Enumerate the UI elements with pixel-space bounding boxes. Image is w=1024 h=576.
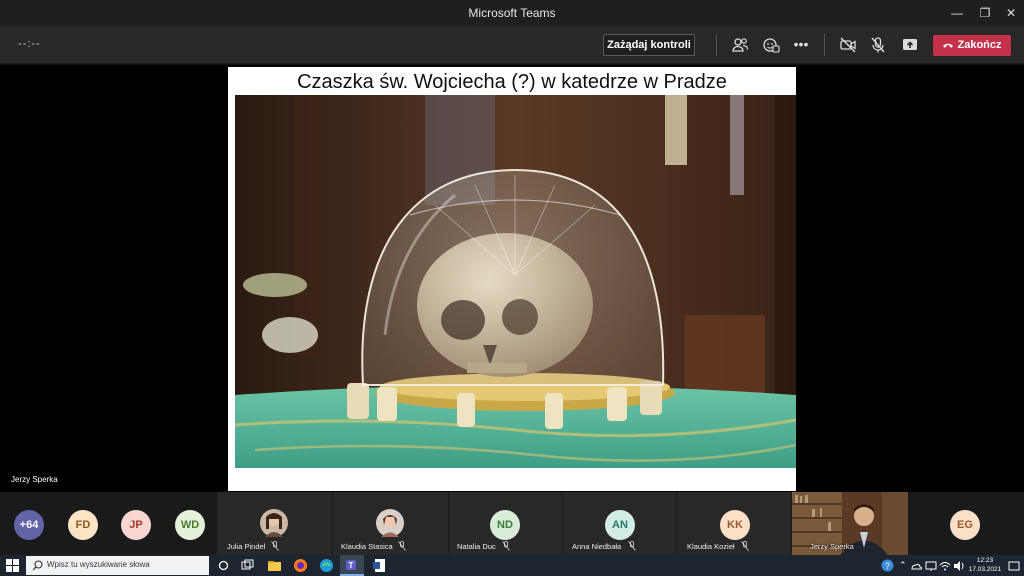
request-control-button[interactable]: Zażądaj kontroli xyxy=(603,34,695,56)
participant-tile[interactable]: KK Klaudia Kozieł xyxy=(677,492,791,555)
phone-hangup-icon xyxy=(943,43,954,48)
window-title: Microsoft Teams xyxy=(468,6,556,20)
close-icon[interactable]: ✕ xyxy=(1001,4,1021,22)
muted-microphone-icon xyxy=(628,541,636,551)
file-explorer-icon[interactable] xyxy=(267,558,282,573)
participant-tile[interactable]: Klaudia Stasica xyxy=(333,492,448,555)
more-participants-avatar[interactable]: +64 xyxy=(14,510,44,540)
avatar: ND xyxy=(490,510,520,540)
microphone-off-icon[interactable] xyxy=(869,36,887,54)
search-icon xyxy=(32,560,43,571)
minimize-icon[interactable]: — xyxy=(947,4,967,22)
firefox-icon[interactable] xyxy=(293,558,308,573)
slide-photo xyxy=(235,95,796,468)
edge-icon[interactable] xyxy=(319,558,334,573)
windows-start-icon[interactable] xyxy=(6,559,19,572)
network-icon[interactable] xyxy=(925,560,937,572)
svg-text:?: ? xyxy=(885,561,890,571)
shared-content-stage: Czaszka św. Wojciecha (?) w katedrze w P… xyxy=(0,65,1024,492)
participant-name: Julia Pindel xyxy=(227,542,266,551)
avatar[interactable]: FD xyxy=(68,510,98,540)
svg-text:T: T xyxy=(349,561,354,570)
participant-video-tile[interactable]: Jerzy Sperka xyxy=(792,492,908,555)
presentation-slide: Czaszka św. Wojciecha (?) w katedrze w P… xyxy=(228,67,796,491)
search-placeholder: Wpisz tu wyszukiwane słowa xyxy=(47,560,150,569)
taskbar-search-input[interactable]: Wpisz tu wyszukiwane słowa xyxy=(26,556,209,575)
volume-icon[interactable] xyxy=(953,560,965,572)
avatar[interactable]: JP xyxy=(121,510,151,540)
participant-name: Jerzy Sperka xyxy=(810,542,854,551)
participant-tile[interactable]: ND Natalia Duc xyxy=(449,492,562,555)
slide-title: Czaszka św. Wojciecha (?) w katedrze w P… xyxy=(297,71,727,93)
teams-taskbar-button[interactable]: T xyxy=(340,555,364,576)
participant-name: Klaudia Kozieł xyxy=(687,542,735,551)
muted-microphone-icon xyxy=(271,541,279,551)
presenter-name-label: Jerzy Sperka xyxy=(11,475,58,484)
end-call-button[interactable]: Zakończ xyxy=(933,35,1011,56)
toolbar-divider xyxy=(824,34,825,56)
participant-tile[interactable]: AN Anna Niedbała xyxy=(563,492,676,555)
title-bar: Microsoft Teams — ❐ ✕ xyxy=(0,0,1024,26)
end-call-label: Zakończ xyxy=(957,39,1002,51)
meeting-toolbar: --:-- Zażądaj kontroli ••• Zakończ xyxy=(0,26,1024,64)
muted-microphone-icon xyxy=(741,541,749,551)
windows-taskbar: Wpisz tu wyszukiwane słowa T ? ⌃ 12:23 1… xyxy=(0,555,1024,576)
participant-name: Natalia Duc xyxy=(457,542,496,551)
restore-icon[interactable]: ❐ xyxy=(975,4,995,22)
toolbar-divider xyxy=(716,34,717,56)
muted-microphone-icon xyxy=(502,541,510,551)
onedrive-icon[interactable] xyxy=(910,560,922,572)
wifi-icon[interactable] xyxy=(939,560,951,572)
participant-tile[interactable]: Julia Pindel xyxy=(217,492,332,555)
word-icon[interactable] xyxy=(372,558,387,573)
avatar xyxy=(376,509,404,537)
cortana-icon[interactable] xyxy=(216,558,231,573)
avatar[interactable]: EG xyxy=(950,510,980,540)
camera-off-icon[interactable] xyxy=(839,36,857,54)
avatar xyxy=(260,509,288,537)
teams-icon: T xyxy=(346,560,356,570)
help-icon[interactable]: ? xyxy=(881,559,894,572)
participants-icon[interactable] xyxy=(731,36,749,54)
clock-date[interactable]: 17.03.2021 xyxy=(965,566,1005,573)
participant-name: Klaudia Stasica xyxy=(341,542,393,551)
meeting-timer: --:-- xyxy=(18,38,41,50)
reactions-icon[interactable] xyxy=(762,36,780,54)
muted-microphone-icon xyxy=(398,541,406,551)
reliquary-skull-image xyxy=(235,95,796,468)
participants-gallery: +64 FD JP WD Julia Pindel Klaudia Stasic… xyxy=(0,492,1024,555)
more-options-icon[interactable]: ••• xyxy=(792,36,810,54)
notifications-icon[interactable] xyxy=(1008,560,1020,572)
avatar: KK xyxy=(720,510,750,540)
avatar[interactable]: WD xyxy=(175,510,205,540)
avatar: AN xyxy=(605,510,635,540)
tray-expand-icon[interactable]: ⌃ xyxy=(899,560,907,571)
participant-name: Anna Niedbała xyxy=(572,542,622,551)
task-view-icon[interactable] xyxy=(240,558,255,573)
clock-time[interactable]: 12:23 xyxy=(965,557,1005,564)
share-screen-icon[interactable] xyxy=(901,36,919,54)
